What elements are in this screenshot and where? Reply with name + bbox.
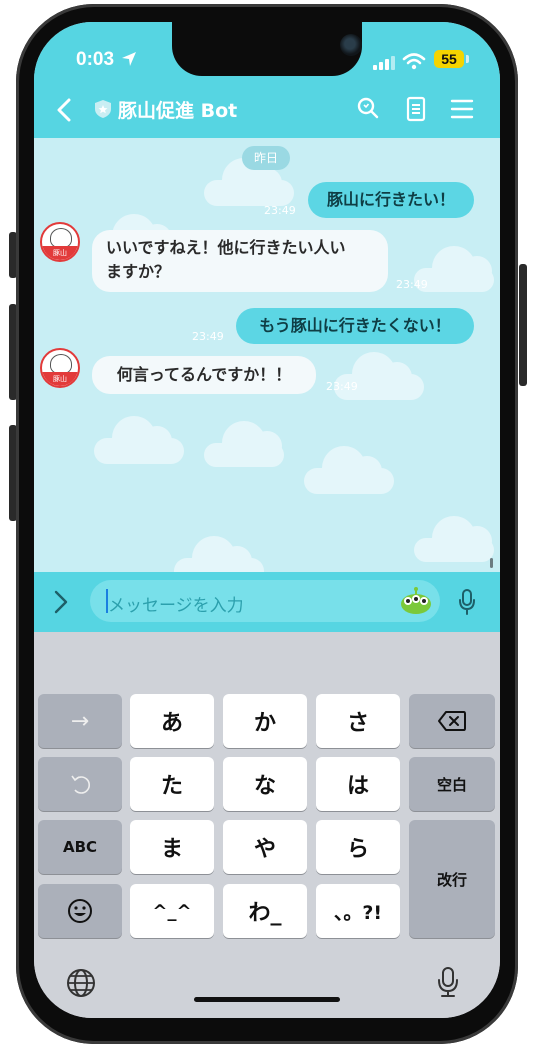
key-undo[interactable]	[38, 757, 122, 811]
avatar-label: 豚山	[42, 372, 78, 386]
key-ya[interactable]: や	[223, 820, 307, 874]
background-cloud	[204, 421, 284, 467]
bot-message-bubble[interactable]: いいですねえ！他に行きたい人い ますか？	[92, 230, 388, 292]
microphone-icon[interactable]	[458, 588, 476, 616]
key-ka[interactable]: か	[223, 694, 307, 748]
background-cloud	[414, 516, 494, 562]
key-na[interactable]: な	[223, 757, 307, 811]
dictation-mic-icon[interactable]	[437, 966, 459, 998]
screen: 0:03 55 豚山促進 Bot 昨日 23:49 豚山に行きたい！ 豚山 いい…	[34, 22, 500, 1018]
my-message-bubble[interactable]: 豚山に行きたい！	[308, 182, 474, 218]
message-placeholder: メッセージを入力	[108, 596, 244, 616]
avatar-label: 豚山	[42, 246, 78, 260]
notes-icon[interactable]	[406, 96, 426, 122]
key-abc[interactable]: ABC	[38, 820, 122, 874]
key-backspace[interactable]	[409, 694, 495, 748]
globe-icon[interactable]	[66, 968, 96, 998]
wifi-icon	[402, 53, 426, 70]
key-emoji[interactable]	[38, 884, 122, 938]
background-cloud	[204, 158, 294, 206]
message-time: 23:49	[396, 278, 428, 291]
bot-message-bubble[interactable]: 何言ってるんですか！！	[92, 356, 316, 394]
bot-avatar[interactable]: 豚山	[40, 222, 80, 262]
location-arrow-icon	[122, 52, 137, 66]
message-time: 23:49	[192, 330, 224, 343]
key-kaomoji[interactable]: ^_^	[130, 884, 214, 938]
expand-chevron-icon[interactable]	[54, 590, 68, 614]
power-button[interactable]	[519, 264, 527, 386]
battery-indicator: 55	[434, 50, 464, 68]
key-ha[interactable]: は	[316, 757, 400, 811]
key-ta[interactable]: た	[130, 757, 214, 811]
message-text-line: ますか？	[106, 262, 171, 281]
chat-scrollbar[interactable]	[490, 558, 493, 568]
verified-shield-icon	[95, 100, 111, 118]
status-time: 0:03	[76, 49, 137, 71]
message-text-line: いいですねえ！他に行きたい人い	[106, 238, 346, 257]
key-ma[interactable]: ま	[130, 820, 214, 874]
key-wa[interactable]: わ_	[223, 884, 307, 938]
background-cloud	[94, 416, 184, 464]
smiley-icon	[68, 899, 92, 923]
top-bar: 0:03 55 豚山促進 Bot	[34, 22, 500, 138]
key-return[interactable]: 改行	[409, 820, 495, 938]
back-chevron-icon[interactable]	[56, 98, 72, 122]
battery-tip	[466, 55, 469, 63]
signal-icon	[373, 56, 395, 70]
key-a[interactable]: あ	[130, 694, 214, 748]
search-icon[interactable]	[356, 96, 380, 120]
front-camera	[340, 34, 362, 56]
bot-avatar[interactable]: 豚山	[40, 348, 80, 388]
my-message-bubble[interactable]: もう豚山に行きたくない！	[236, 308, 474, 344]
key-space[interactable]: 空白	[409, 757, 495, 811]
date-separator: 昨日	[242, 146, 290, 170]
chat-title: 豚山促進 Bot	[118, 100, 238, 122]
message-time: 23:49	[326, 380, 358, 393]
keyboard: → あ か さ た な は 空白 ABC ま や ら 改行 ^_^ わ_ 、。?…	[34, 632, 500, 1018]
background-cloud	[304, 446, 394, 494]
undo-icon	[71, 775, 90, 794]
background-cloud	[174, 536, 264, 572]
notch	[172, 22, 362, 76]
key-punctuation[interactable]: 、。?!	[316, 884, 400, 938]
key-sa[interactable]: さ	[316, 694, 400, 748]
backspace-icon	[438, 711, 466, 731]
input-bar: メッセージを入力	[34, 572, 500, 632]
key-arrow-right[interactable]: →	[38, 694, 122, 748]
message-time: 23:49	[264, 204, 296, 217]
key-ra[interactable]: ら	[316, 820, 400, 874]
home-indicator[interactable]	[194, 997, 340, 1002]
menu-icon[interactable]	[450, 98, 474, 120]
message-input[interactable]: メッセージを入力	[90, 580, 440, 622]
alien-emoji-icon[interactable]	[398, 586, 434, 616]
